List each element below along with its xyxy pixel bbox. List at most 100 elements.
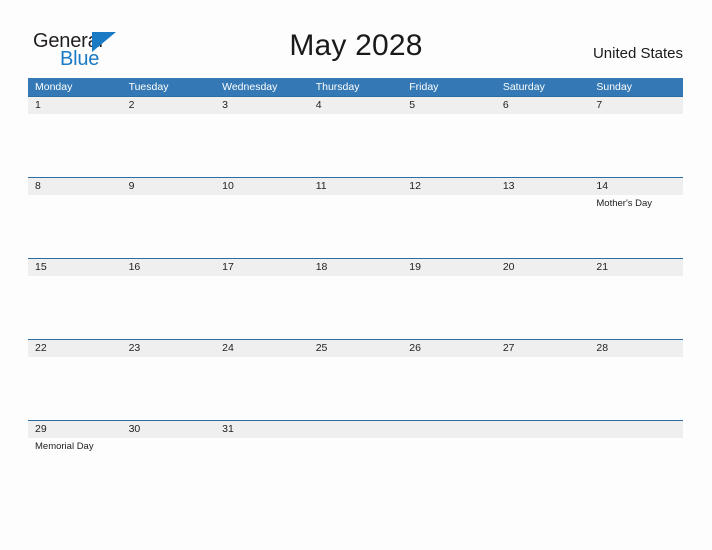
day-cell[interactable] [589, 276, 683, 279]
holiday-label: Mother's Day [596, 198, 653, 209]
day-number-cell[interactable]: 3 [215, 97, 309, 114]
day-number-cell[interactable]: 30 [122, 421, 216, 438]
day-cell[interactable] [309, 357, 403, 360]
day-number-cell[interactable]: 2 [122, 97, 216, 114]
day-events [215, 438, 309, 441]
day-cell[interactable] [402, 114, 496, 117]
day-number-cell[interactable]: 27 [496, 340, 590, 357]
day-number-cell[interactable]: 14 [589, 178, 683, 195]
day-cell-empty [402, 438, 496, 453]
day-events [309, 195, 403, 198]
week-day-cells: Memorial Day [28, 438, 683, 453]
day-cell[interactable] [28, 195, 122, 210]
day-cell[interactable] [496, 276, 590, 279]
day-cell[interactable] [215, 357, 309, 360]
day-events [28, 357, 122, 360]
day-number-cell[interactable]: 22 [28, 340, 122, 357]
day-cell[interactable] [28, 357, 122, 360]
day-number-cell[interactable]: 1 [28, 97, 122, 114]
calendar-week-row: 8 9 10 11 12 13 14 Mother's Day [28, 177, 683, 258]
day-number-cell[interactable]: 20 [496, 259, 590, 276]
day-number: 12 [409, 180, 421, 192]
day-cell[interactable] [496, 357, 590, 360]
day-cell[interactable] [589, 114, 683, 117]
day-cell[interactable] [215, 195, 309, 210]
day-cell[interactable] [215, 276, 309, 279]
day-number-cell[interactable]: 4 [309, 97, 403, 114]
day-number-cell[interactable]: 8 [28, 178, 122, 195]
day-number: 23 [128, 342, 141, 354]
day-number-cell[interactable]: 5 [402, 97, 496, 114]
weekday-header-row: Monday Tuesday Wednesday Thursday Friday… [28, 78, 683, 96]
day-events [122, 276, 216, 279]
day-number-cell[interactable]: 25 [309, 340, 403, 357]
day-cell[interactable] [122, 195, 216, 210]
day-number-cell[interactable]: 24 [215, 340, 309, 357]
day-events [496, 357, 590, 360]
day-events [402, 276, 496, 279]
day-cell[interactable] [122, 438, 216, 453]
day-number-cell[interactable]: 16 [122, 259, 216, 276]
day-cell[interactable] [309, 114, 403, 117]
day-events [309, 276, 403, 279]
day-cell[interactable] [28, 114, 122, 117]
day-cell[interactable] [215, 114, 309, 117]
day-events [122, 357, 216, 360]
day-events [309, 114, 403, 117]
day-number-cell[interactable]: 21 [589, 259, 683, 276]
day-number-cell[interactable]: 15 [28, 259, 122, 276]
week-day-cells [28, 276, 683, 279]
day-number-cell[interactable]: 12 [402, 178, 496, 195]
week-date-band: 15 16 17 18 19 20 21 [28, 259, 683, 276]
day-events [28, 195, 122, 198]
day-number [309, 421, 403, 438]
day-number: 19 [409, 261, 421, 273]
week-date-band: 22 23 24 25 26 27 28 [28, 340, 683, 357]
day-cell[interactable] [402, 357, 496, 360]
day-number [496, 421, 590, 438]
day-cell[interactable] [122, 357, 216, 360]
day-cell[interactable] [589, 357, 683, 360]
day-number-cell[interactable]: 7 [589, 97, 683, 114]
day-events [589, 438, 683, 441]
day-number [402, 421, 496, 438]
day-number-cell[interactable]: 6 [496, 97, 590, 114]
day-number-cell[interactable]: 19 [402, 259, 496, 276]
day-cell[interactable] [496, 114, 590, 117]
day-number-cell[interactable]: 26 [402, 340, 496, 357]
country-label: United States [592, 45, 683, 62]
day-number-cell[interactable]: 28 [589, 340, 683, 357]
day-number-cell[interactable]: 10 [215, 178, 309, 195]
day-events [496, 195, 590, 198]
day-cell[interactable]: Mother's Day [589, 195, 683, 210]
day-number: 16 [128, 261, 141, 273]
day-events [589, 357, 683, 360]
week-date-band: 1 2 3 4 5 6 7 [28, 97, 683, 114]
day-number: 3 [222, 99, 228, 111]
day-number-cell[interactable]: 31 [215, 421, 309, 438]
day-cell[interactable] [122, 114, 216, 117]
day-number-cell[interactable]: 13 [496, 178, 590, 195]
day-number-cell[interactable]: 11 [309, 178, 403, 195]
weekday-header-sunday: Sunday [596, 81, 632, 93]
weekday-header-saturday: Saturday [502, 81, 545, 93]
day-number: 7 [596, 99, 603, 111]
day-number-cell[interactable]: 18 [309, 259, 403, 276]
day-cell[interactable] [309, 276, 403, 279]
day-cell[interactable] [496, 195, 590, 210]
day-number-cell[interactable]: 9 [122, 178, 216, 195]
day-cell[interactable]: Memorial Day [28, 438, 122, 453]
day-number-cell[interactable]: 23 [122, 340, 216, 357]
day-number-cell[interactable]: 17 [215, 259, 309, 276]
day-events [28, 276, 122, 279]
day-number: 17 [222, 261, 234, 273]
day-cell[interactable] [215, 438, 309, 453]
day-cell[interactable] [28, 276, 122, 279]
day-cell[interactable] [122, 276, 216, 279]
day-number-cell[interactable]: 29 [28, 421, 122, 438]
day-number-cell-empty [589, 421, 683, 438]
day-cell[interactable] [309, 195, 403, 210]
day-number: 24 [222, 342, 234, 354]
day-cell[interactable] [402, 195, 496, 210]
day-cell[interactable] [402, 276, 496, 279]
